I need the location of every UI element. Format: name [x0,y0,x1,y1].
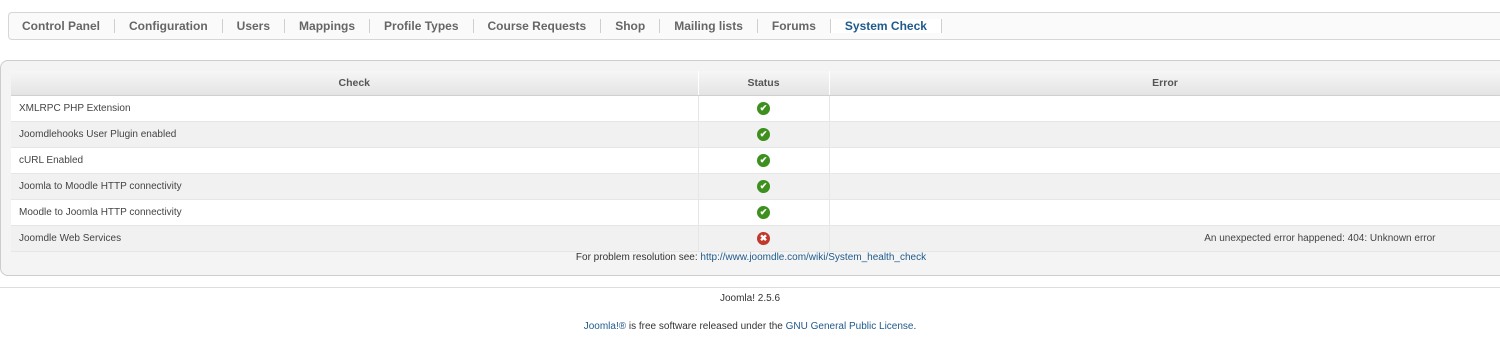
license-end: . [913,321,917,332]
version-text: Joomla! 2.5.6 [719,293,781,304]
health-check-link[interactable]: http://www.joomdle.com/wiki/System_healt… [700,252,926,263]
system-check-table: Check Status Error XMLRPC PHP Extension … [11,71,1500,252]
tab-mailing-lists[interactable]: Mailing lists [660,19,758,33]
tab-users[interactable]: Users [223,19,286,33]
tab-forums[interactable]: Forums [758,19,831,33]
check-name: Joomla to Moodle HTTP connectivity [11,173,699,200]
license-middle: is free software released under the [626,321,786,332]
error-cell [829,199,1500,226]
status-cell: ✔ [698,147,830,174]
check-name: cURL Enabled [11,147,699,174]
check-name: Joomdle Web Services [11,225,699,252]
check-circle-icon: ✔ [757,128,770,141]
check-circle-icon: ✔ [757,206,770,219]
tab-control-panel[interactable]: Control Panel [14,19,116,33]
submenu-bar: Control Panel Configuration Users Mappin… [8,12,1500,40]
joomla-link[interactable]: Joomla!® [584,321,626,332]
status-cell: ✔ [698,95,830,122]
resolution-note: For problem resolution see: http://www.j… [1,252,1500,263]
license-text: Joomla!® is free software released under… [0,321,1500,332]
column-header-error: Error [829,71,1500,96]
table-row: Joomla to Moodle HTTP connectivity ✔ [11,173,1500,200]
system-check-panel: Check Status Error XMLRPC PHP Extension … [0,60,1500,276]
tab-shop[interactable]: Shop [601,19,661,33]
tab-system-check[interactable]: System Check [830,19,942,33]
status-cell: ✔ [698,121,830,148]
tab-profile-types[interactable]: Profile Types [370,19,474,33]
gpl-link[interactable]: GNU General Public License [786,321,914,332]
status-cell: ✔ [698,173,830,200]
error-circle-icon: ✖ [757,232,770,245]
check-name: Joomdlehooks User Plugin enabled [11,121,699,148]
column-header-check: Check [11,71,699,96]
status-cell: ✔ [698,199,830,226]
table-header-row: Check Status Error [11,71,1500,96]
error-cell [829,173,1500,200]
table-row: Moodle to Joomla HTTP connectivity ✔ [11,199,1500,226]
check-circle-icon: ✔ [757,154,770,167]
check-circle-icon: ✔ [757,180,770,193]
table-row: Joomdlehooks User Plugin enabled ✔ [11,121,1500,148]
footer-divider [0,287,1500,288]
table-row: XMLRPC PHP Extension ✔ [11,95,1500,122]
check-name: Moodle to Joomla HTTP connectivity [11,199,699,226]
table-row: cURL Enabled ✔ [11,147,1500,174]
check-circle-icon: ✔ [757,102,770,115]
check-name: XMLRPC PHP Extension [11,95,699,122]
error-cell [829,95,1500,122]
table-row: Joomdle Web Services ✖ An unexpected err… [11,225,1500,252]
error-cell [829,121,1500,148]
resolution-text: For problem resolution see: [575,252,698,263]
column-header-status: Status [698,71,830,96]
tab-mappings[interactable]: Mappings [285,19,371,33]
error-cell: An unexpected error happened: 404: Unkno… [829,225,1500,252]
status-cell: ✖ [698,225,830,252]
tab-course-requests[interactable]: Course Requests [474,19,602,33]
tab-configuration[interactable]: Configuration [115,19,223,33]
error-cell [829,147,1500,174]
